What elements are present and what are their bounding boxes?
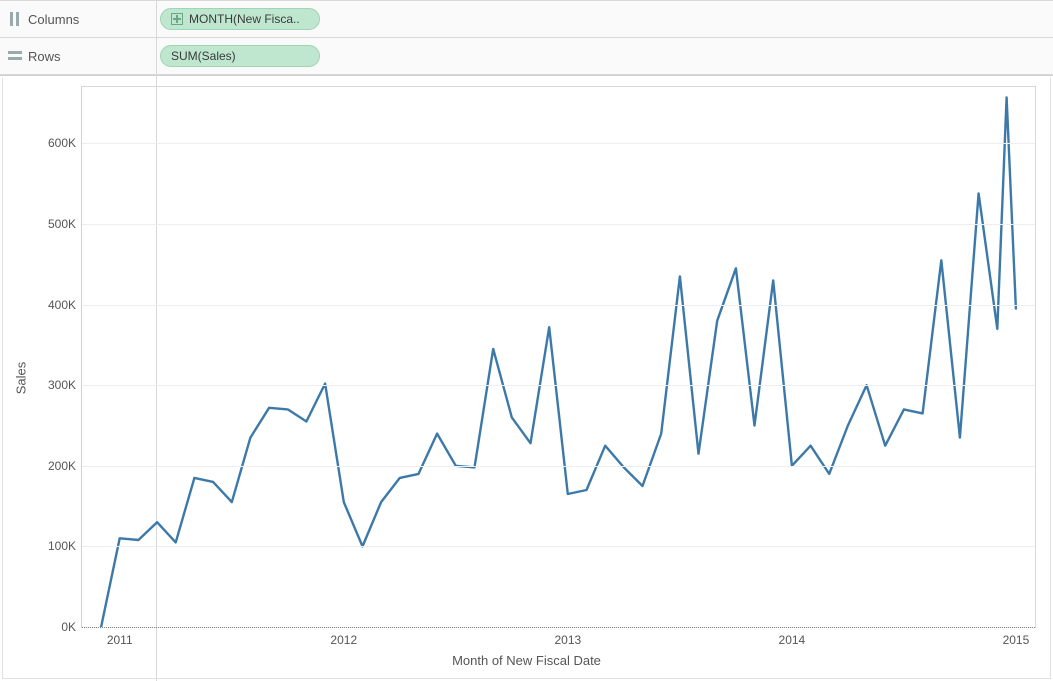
- x-axis-label: Month of New Fiscal Date: [452, 653, 601, 668]
- y-tick: 100K: [48, 539, 76, 553]
- rows-icon: [8, 49, 22, 63]
- y-gridline: [82, 224, 1035, 225]
- y-gridline: [82, 546, 1035, 547]
- y-tick: 600K: [48, 136, 76, 150]
- x-tick: 2013: [554, 633, 581, 647]
- columns-shelf-label: Columns: [8, 12, 148, 27]
- zero-line: [82, 627, 1035, 628]
- rows-label-text: Rows: [28, 49, 61, 64]
- y-tick: 500K: [48, 217, 76, 231]
- x-tick: 2011: [107, 633, 133, 647]
- shelves: Columns MONTH(New Fisca.. Rows SUM(Sales…: [0, 0, 1053, 76]
- expand-icon[interactable]: [171, 13, 183, 25]
- app-root: Columns MONTH(New Fisca.. Rows SUM(Sales…: [0, 0, 1053, 681]
- columns-pill-text: MONTH(New Fisca..: [189, 8, 300, 30]
- y-gridline: [82, 305, 1035, 306]
- columns-pill[interactable]: MONTH(New Fisca..: [160, 8, 320, 30]
- x-tick: 2012: [330, 633, 357, 647]
- x-tick: 2014: [779, 633, 806, 647]
- y-gridline: [82, 466, 1035, 467]
- rows-shelf-label: Rows: [8, 49, 148, 64]
- rows-pill[interactable]: SUM(Sales): [160, 45, 320, 67]
- columns-shelf[interactable]: Columns MONTH(New Fisca..: [0, 0, 1053, 38]
- y-tick: 200K: [48, 459, 76, 473]
- y-tick: 400K: [48, 298, 76, 312]
- plot[interactable]: 0K100K200K300K400K500K600K20112012201320…: [81, 86, 1036, 628]
- chart-area[interactable]: Sales Month of New Fiscal Date 0K100K200…: [2, 78, 1051, 679]
- y-tick: 300K: [48, 378, 76, 392]
- y-tick: 0K: [61, 620, 76, 634]
- y-axis-label: Sales: [14, 362, 29, 395]
- columns-label-text: Columns: [28, 12, 79, 27]
- y-gridline: [82, 385, 1035, 386]
- columns-icon: [8, 12, 22, 26]
- rows-pill-text: SUM(Sales): [171, 45, 236, 67]
- rows-shelf[interactable]: Rows SUM(Sales): [0, 38, 1053, 75]
- x-tick: 2015: [1003, 633, 1030, 647]
- y-gridline: [82, 143, 1035, 144]
